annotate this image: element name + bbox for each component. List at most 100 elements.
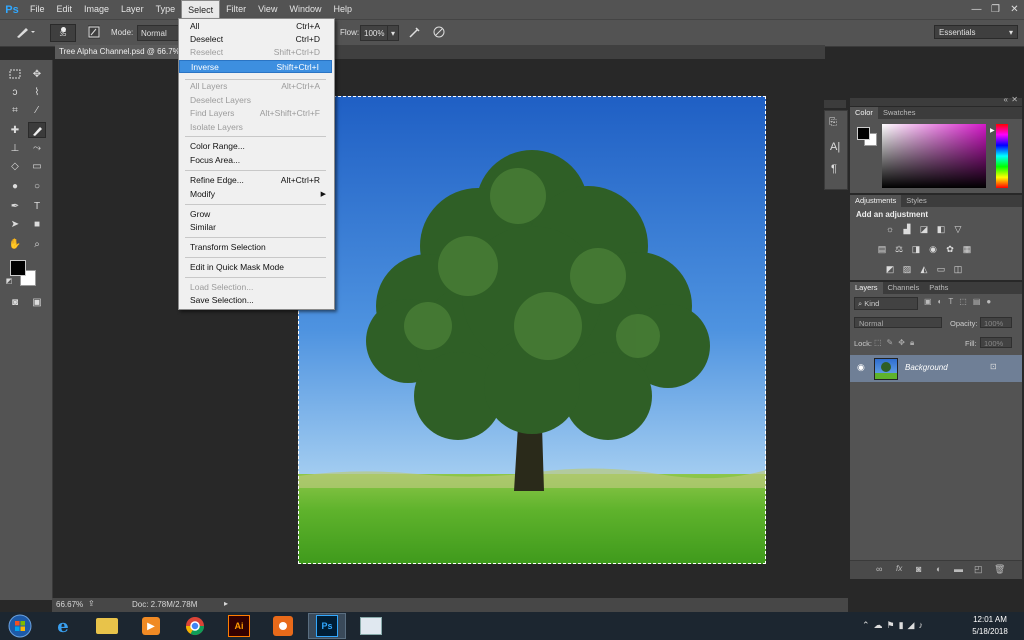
document-tab[interactable]: Tree Alpha Channel.psd @ 66.7% <box>55 45 185 59</box>
collapse-panels-icon[interactable]: « <box>1004 95 1008 104</box>
flow-input[interactable]: 100% <box>360 25 390 41</box>
menu-type[interactable]: Type <box>150 0 182 19</box>
start-button-icon[interactable] <box>2 613 38 639</box>
menu-layer[interactable]: Layer <box>115 0 150 19</box>
brightness-contrast-icon[interactable]: ☼ <box>884 224 896 234</box>
new-adjustment-layer-icon[interactable]: ◐ <box>936 564 941 574</box>
blend-mode-select[interactable]: Normal <box>854 317 942 328</box>
rectangle-tool-icon[interactable]: ■ <box>28 216 46 232</box>
menu-window[interactable]: Window <box>283 0 327 19</box>
eye-icon[interactable]: ◉ <box>857 362 865 373</box>
tab-swatches[interactable]: Swatches <box>878 107 921 119</box>
new-layer-icon[interactable]: ◰ <box>974 564 983 575</box>
link-layers-icon[interactable]: ∞ <box>876 564 882 574</box>
flow-dropdown-icon[interactable]: ▾ <box>387 25 399 41</box>
menu-item-isolate-layers[interactable]: Isolate Layers <box>179 121 332 134</box>
screen-mode-icon[interactable]: ▣ <box>28 294 46 310</box>
menu-item-similar[interactable]: Similar <box>179 221 332 234</box>
levels-icon[interactable]: ▟ <box>901 224 913 234</box>
tab-color[interactable]: Color <box>850 107 878 119</box>
menu-image[interactable]: Image <box>78 0 115 19</box>
tab-channels[interactable]: Channels <box>883 282 925 294</box>
menu-edit[interactable]: Edit <box>51 0 79 19</box>
layer-filter-icons[interactable]: ▣◐T⬚▤● <box>924 297 997 306</box>
brush-tool-icon[interactable] <box>28 122 46 138</box>
fill-input[interactable]: 100% <box>980 337 1012 348</box>
menu-item-color-range[interactable]: Color Range... <box>179 140 332 153</box>
internet-explorer-icon[interactable]: e <box>44 613 82 639</box>
color-balance-icon[interactable]: ⚖ <box>893 244 905 254</box>
curves-icon[interactable]: ◪ <box>918 224 930 234</box>
zoom-level[interactable]: 66.67% <box>56 600 83 609</box>
opacity-input[interactable]: 100% <box>980 317 1012 328</box>
threshold-icon[interactable]: ◭ <box>918 264 930 274</box>
history-brush-tool-icon[interactable]: ⤳ <box>28 140 46 156</box>
minimize-button[interactable]: — <box>967 0 986 19</box>
menu-select[interactable]: Select <box>181 0 221 19</box>
foreground-color-swatch[interactable] <box>10 260 26 276</box>
brush-panel-toggle-icon[interactable] <box>88 25 100 39</box>
workspace-switcher[interactable]: Essentials ▾ <box>934 25 1018 39</box>
eyedropper-tool-icon[interactable]: ⁄ <box>28 102 46 118</box>
layer-name[interactable]: Background <box>905 363 948 372</box>
restore-button[interactable]: ❐ <box>986 0 1005 19</box>
chrome-icon[interactable] <box>176 613 214 639</box>
menu-item-reselect[interactable]: Reselect Shift+Ctrl+D <box>179 46 332 59</box>
new-group-icon[interactable]: ▬ <box>954 564 963 574</box>
character-icon[interactable]: A| <box>830 141 840 153</box>
menu-item-find-layers[interactable]: Find Layers Alt+Shift+Ctrl+F <box>179 107 332 120</box>
lasso-tool-icon[interactable]: ↄ <box>6 84 24 100</box>
menu-help[interactable]: Help <box>327 0 358 19</box>
close-panels-icon[interactable]: ✕ <box>1011 95 1018 104</box>
tab-layers[interactable]: Layers <box>850 282 883 294</box>
gradient-map-icon[interactable]: ▭ <box>935 264 947 274</box>
delete-layer-icon[interactable]: 🗑︎ <box>994 564 1005 575</box>
system-tray-icons[interactable]: ⌃☁⚑▮◢♪ <box>862 620 927 631</box>
selective-color-icon[interactable]: ◫ <box>952 264 964 274</box>
color-lookup-icon[interactable]: ▦ <box>961 244 973 254</box>
posterize-icon[interactable]: ▨ <box>901 264 913 274</box>
share-icon[interactable]: ⇪ <box>88 599 95 608</box>
mode-select[interactable]: Normal <box>137 25 179 41</box>
rectangular-marquee-tool-icon[interactable] <box>6 66 24 82</box>
clone-stamp-tool-icon[interactable]: ⊥ <box>6 140 24 156</box>
hand-tool-icon[interactable]: ✋ <box>6 236 24 252</box>
hue-saturation-icon[interactable]: ▤ <box>876 244 888 254</box>
eraser-tool-icon[interactable]: ◇ <box>6 158 24 174</box>
panel-foreground-swatch[interactable] <box>857 127 870 140</box>
menu-item-refine-edge[interactable]: Refine Edge... Alt+Ctrl+R <box>179 174 332 187</box>
status-menu-arrow-icon[interactable]: ▸ <box>224 599 228 608</box>
menu-item-save-selection[interactable]: Save Selection... <box>179 294 332 307</box>
brush-size-picker[interactable]: 35 <box>50 24 76 42</box>
spot-healing-tool-icon[interactable]: ✚ <box>6 122 24 138</box>
layer-row-background[interactable]: ◉ Background ⊡ <box>850 355 1022 382</box>
add-mask-icon[interactable]: ◙ <box>916 564 921 574</box>
tab-adjustments[interactable]: Adjustments <box>850 195 902 207</box>
black-white-icon[interactable]: ◨ <box>910 244 922 254</box>
tab-paths[interactable]: Paths <box>924 282 953 294</box>
menu-item-all-layers[interactable]: All Layers Alt+Ctrl+A <box>179 80 332 93</box>
paragraph-icon[interactable]: ¶ <box>831 163 837 175</box>
default-colors-icon[interactable]: ◩ <box>4 276 14 286</box>
vibrance-icon[interactable]: ▽ <box>952 224 964 234</box>
media-player-icon[interactable]: ▶ <box>132 613 170 639</box>
type-tool-icon[interactable]: T <box>28 198 46 214</box>
invert-icon[interactable]: ◩ <box>884 264 896 274</box>
menu-item-deselect-layers[interactable]: Deselect Layers <box>179 94 332 107</box>
menu-item-focus-area[interactable]: Focus Area... <box>179 154 332 167</box>
menu-item-inverse[interactable]: Inverse Shift+Ctrl+I <box>179 60 332 73</box>
gradient-tool-icon[interactable]: ▭ <box>28 158 46 174</box>
menu-filter[interactable]: Filter <box>220 0 252 19</box>
history-icon[interactable]: ⎘ <box>829 117 837 128</box>
menu-item-transform-selection[interactable]: Transform Selection <box>179 241 332 254</box>
path-selection-tool-icon[interactable]: ➤ <box>6 216 24 232</box>
quick-selection-tool-icon[interactable]: ⌇ <box>28 84 46 100</box>
photo-filter-icon[interactable]: ◉ <box>927 244 939 254</box>
menu-item-quick-mask[interactable]: Edit in Quick Mask Mode <box>179 261 332 274</box>
pen-tool-icon[interactable]: ✒ <box>6 198 24 214</box>
zoom-tool-icon[interactable]: ⌕ <box>28 236 46 252</box>
clock-date[interactable]: 5/18/2018 <box>966 627 1014 636</box>
menu-item-modify[interactable]: Modify ▶ <box>179 188 332 201</box>
image-viewer-icon[interactable] <box>352 613 390 639</box>
canvas-image[interactable] <box>298 96 766 564</box>
